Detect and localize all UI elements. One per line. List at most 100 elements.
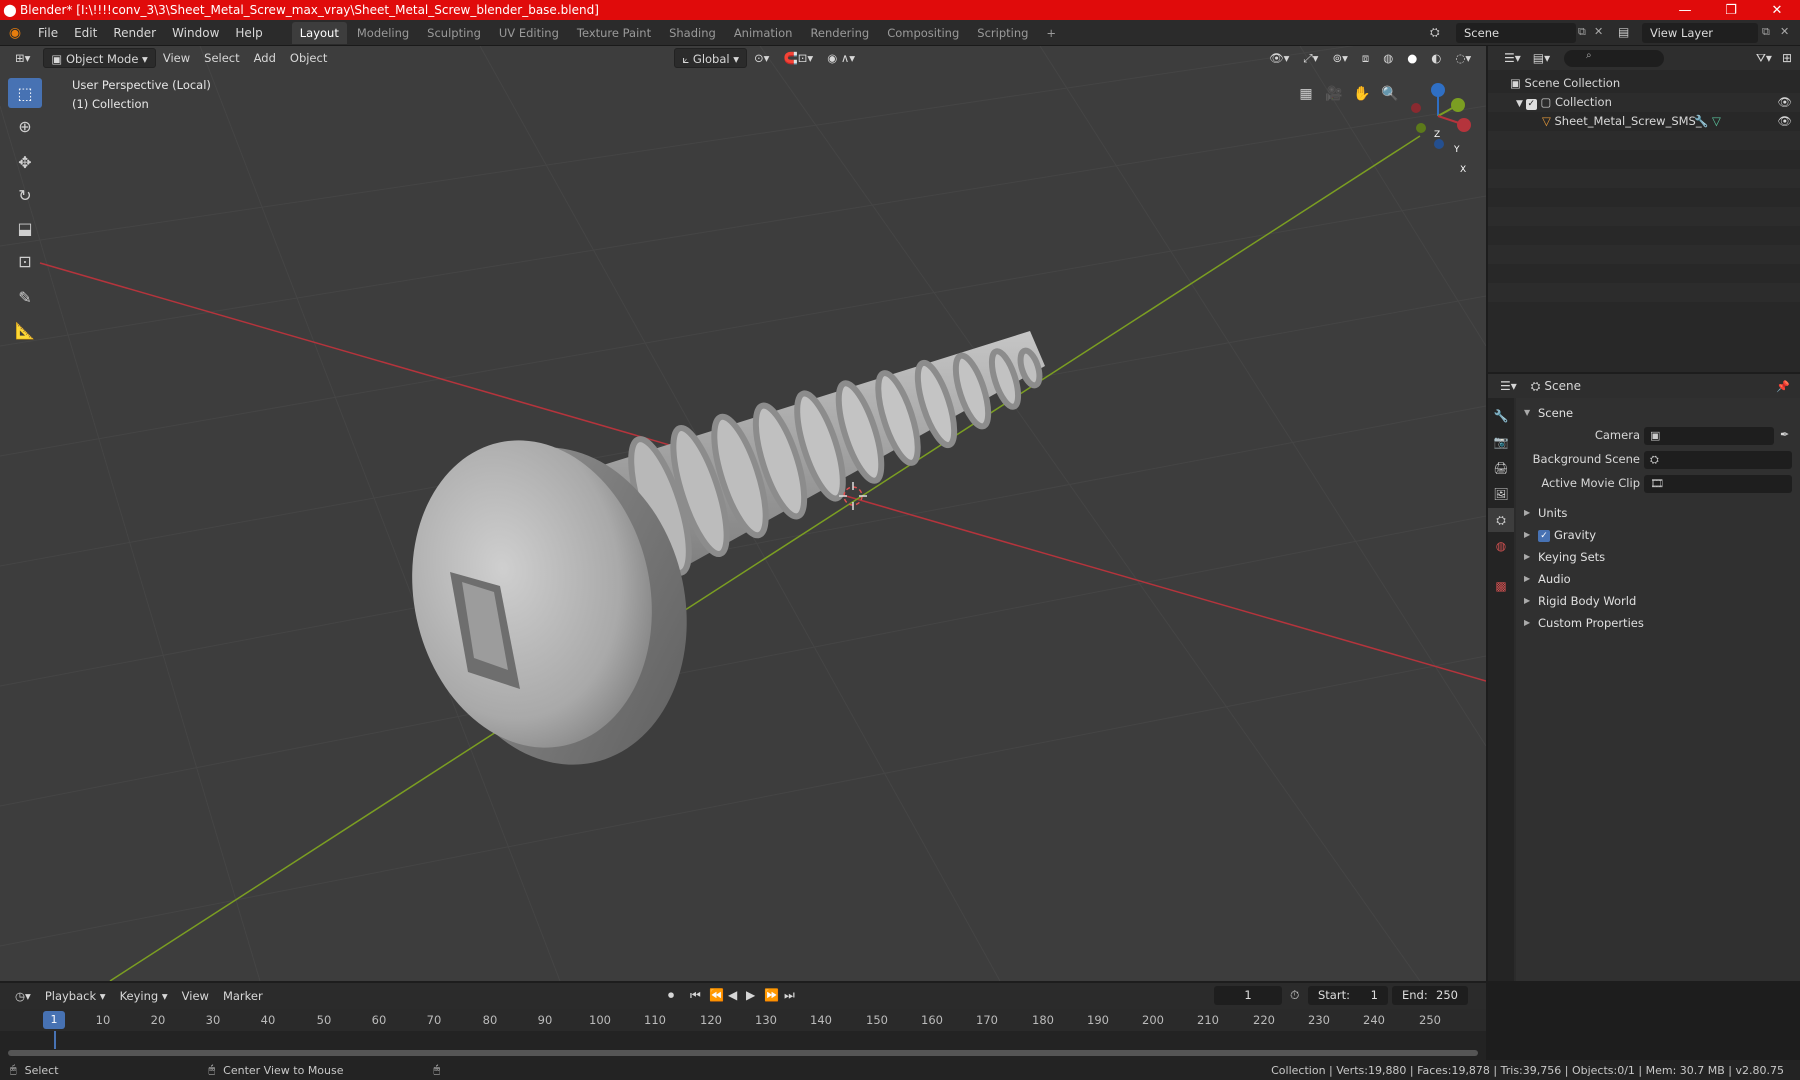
tool-tab-icon[interactable]: 🔧 [1488, 404, 1514, 428]
gizmo-x-label[interactable]: X [1460, 165, 1466, 175]
outliner-editor-icon[interactable]: ☰▾ [1504, 51, 1521, 65]
viewport-menu-object[interactable]: Object [283, 48, 334, 68]
menu-help[interactable]: Help [227, 20, 270, 46]
tab-compositing[interactable]: Compositing [879, 22, 967, 44]
close-button[interactable]: ✕ [1754, 3, 1800, 18]
camera-field[interactable]: ▣ [1644, 427, 1774, 445]
scene-selector[interactable]: Scene [1456, 23, 1576, 43]
measure-tool-icon[interactable]: 📐 [8, 315, 42, 345]
object-visibility-eye-icon[interactable]: 👁 [1777, 112, 1792, 131]
timeline-menu-playback[interactable]: Playback ▾ [38, 986, 113, 1006]
mesh-data-icon[interactable]: ▽ [1712, 112, 1721, 131]
cursor-tool-icon[interactable]: ⊕ [8, 111, 42, 141]
new-scene-icon[interactable]: ⧉ [1578, 25, 1586, 39]
annotate-tool-icon[interactable]: ✎ [8, 282, 42, 312]
mode-selector[interactable]: ▣ Object Mode ▾ [43, 48, 156, 68]
viewport-menu-add[interactable]: Add [247, 48, 283, 68]
pivot-point-icon[interactable]: ⊙▾ [747, 48, 776, 68]
output-tab-icon[interactable]: 🖨 [1488, 456, 1514, 480]
texture-tab-icon[interactable]: ▩ [1488, 574, 1514, 598]
rigid-body-world-panel-header[interactable]: ▶ Rigid Body World [1516, 590, 1800, 612]
transform-tool-icon[interactable]: ⊡ [8, 246, 42, 276]
outliner-scene-collection[interactable]: ▣ Scene Collection [1488, 74, 1800, 93]
viewport-menu-select[interactable]: Select [197, 48, 246, 68]
tab-shading[interactable]: Shading [661, 22, 724, 44]
wireframe-shading-icon[interactable]: ◍ [1376, 48, 1400, 68]
blender-menu-icon[interactable]: ◉ [0, 25, 30, 41]
active-movie-clip-field[interactable]: 🎞 [1644, 475, 1792, 493]
custom-properties-panel-header[interactable]: ▶ Custom Properties [1516, 612, 1800, 634]
delete-scene-icon[interactable]: ✕ [1594, 25, 1603, 38]
tab-uv-editing[interactable]: UV Editing [491, 22, 567, 44]
zoom-view-icon[interactable]: 🔍 [1378, 82, 1402, 106]
jump-keyframe-forward-icon[interactable]: ⏩ [764, 988, 779, 1002]
timeline-menu-view[interactable]: View [175, 986, 216, 1006]
gizmo-z-label[interactable]: Z [1434, 130, 1440, 140]
timeline-menu-marker[interactable]: Marker [216, 986, 270, 1006]
collection-expand-arrow[interactable]: ▼ [1516, 99, 1526, 109]
menu-file[interactable]: File [30, 20, 66, 46]
play-icon[interactable]: ▶ [746, 988, 755, 1002]
delete-view-layer-icon[interactable]: ✕ [1780, 25, 1789, 38]
timeline-menu-keying[interactable]: Keying ▾ [113, 986, 175, 1006]
tab-modeling[interactable]: Modeling [349, 22, 417, 44]
play-reverse-icon[interactable]: ◀ [728, 988, 737, 1002]
timeline-editor-icon[interactable]: ◷▾ [8, 986, 38, 1006]
units-panel-header[interactable]: ▶ Units [1516, 502, 1800, 524]
jump-keyframe-back-icon[interactable]: ⏪ [709, 988, 724, 1002]
tab-rendering[interactable]: Rendering [802, 22, 877, 44]
outliner-search-input[interactable] [1564, 49, 1665, 67]
record-icon[interactable]: ⏺ [668, 988, 674, 1003]
select-box-tool-icon[interactable]: ⬚ [8, 78, 42, 108]
tab-texture-paint[interactable]: Texture Paint [569, 22, 659, 44]
gizmo-toggle-icon[interactable]: ⤢▾ [1296, 48, 1325, 68]
tab-sculpting[interactable]: Sculpting [419, 22, 489, 44]
world-tab-icon[interactable]: ◍ [1488, 534, 1514, 558]
new-collection-icon[interactable]: ⊞ [1782, 51, 1792, 65]
scene-panel-header[interactable]: ▼ Scene [1516, 402, 1800, 424]
jump-end-icon[interactable]: ⏭ [784, 988, 795, 1003]
material-shading-icon[interactable]: ◐ [1424, 48, 1448, 68]
use-preview-range-icon[interactable]: ⏱ [1290, 988, 1299, 1003]
editor-type-icon[interactable]: ⊞▾ [8, 48, 37, 68]
viewport-menu-view[interactable]: View [156, 48, 197, 68]
scene-icon[interactable]: ⛭ [1430, 25, 1440, 40]
end-frame-field[interactable]: End: 250 [1392, 986, 1468, 1005]
current-frame-field[interactable]: 1 [1214, 986, 1282, 1005]
view-layer-tab-icon[interactable]: 🖼 [1488, 482, 1514, 506]
xray-icon[interactable]: ⧈ [1355, 48, 1376, 68]
view-layer-selector[interactable]: View Layer [1642, 23, 1758, 43]
gravity-panel-header[interactable]: ▶ ✓ Gravity [1516, 524, 1800, 546]
rendered-shading-icon[interactable]: ◌▾ [1448, 48, 1478, 68]
filter-icon[interactable]: ⛛▾ [1756, 51, 1772, 66]
move-tool-icon[interactable]: ✥ [8, 147, 42, 177]
3d-viewport[interactable]: Z Y X ⊞▾ ▣ Object Mode ▾ View Select Add… [0, 46, 1486, 981]
toggle-camera-grid-icon[interactable]: ▦ [1294, 82, 1318, 106]
transform-orientation-selector[interactable]: ⟀ Global ▾ [674, 48, 748, 68]
menu-window[interactable]: Window [164, 20, 227, 46]
tab-scripting[interactable]: Scripting [969, 22, 1036, 44]
maximize-button[interactable]: ❐ [1708, 3, 1754, 18]
tab-layout[interactable]: Layout [291, 21, 347, 44]
background-scene-field[interactable]: ⛭ [1644, 451, 1792, 469]
overlays-icon[interactable]: ⊚▾ [1325, 48, 1354, 68]
properties-editor-icon[interactable]: ☰▾ [1500, 379, 1517, 393]
gizmo-y-label[interactable]: Y [1454, 145, 1460, 155]
rotate-tool-icon[interactable]: ↻ [8, 180, 42, 210]
pan-view-icon[interactable]: ✋ [1350, 82, 1374, 106]
timeline-scrollbar[interactable] [8, 1050, 1478, 1056]
tab-animation[interactable]: Animation [726, 22, 801, 44]
keying-sets-panel-header[interactable]: ▶ Keying Sets [1516, 546, 1800, 568]
eyedropper-icon[interactable]: ✒ [1780, 428, 1789, 441]
start-frame-field[interactable]: Start: 1 [1308, 986, 1388, 1005]
view-layer-icon[interactable]: ▤ [1618, 25, 1629, 39]
add-workspace-button[interactable]: + [1038, 22, 1064, 44]
timeline-ruler[interactable]: 1 10 20 30 40 50 60 70 80 90 100 110 120… [0, 1009, 1486, 1031]
modifier-wrench-icon[interactable]: 🔧 [1694, 112, 1708, 131]
snap-icon[interactable]: 🧲⊡▾ [776, 48, 820, 68]
proportional-edit-icon[interactable]: ◉ ∧▾ [820, 48, 862, 68]
display-mode-icon[interactable]: ▤▾ [1533, 51, 1550, 65]
collection-visibility-eye-icon[interactable]: 👁 [1777, 93, 1792, 112]
new-view-layer-icon[interactable]: ⧉ [1762, 25, 1770, 39]
scene-tab-icon[interactable]: ⛭ [1488, 508, 1514, 532]
